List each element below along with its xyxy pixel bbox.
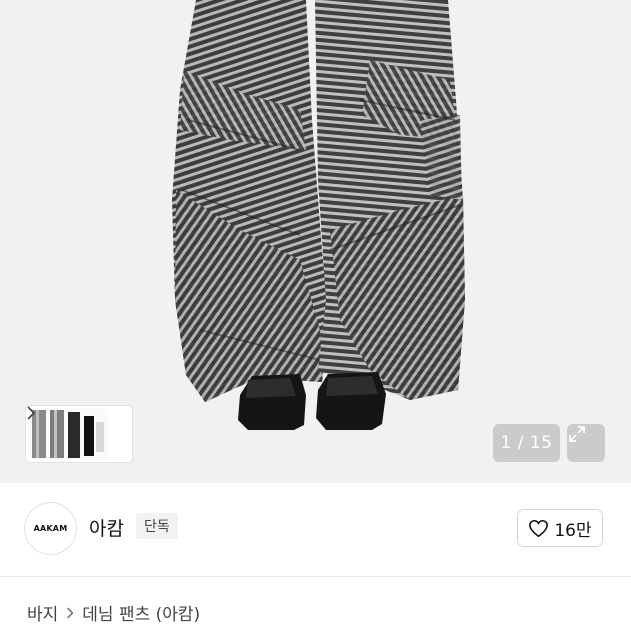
- breadcrumb: 바지 데님 팬츠 (아캄): [27, 600, 200, 625]
- expand-diagonal-icon: [569, 426, 585, 442]
- brand-logo-text: AAKAM: [33, 524, 68, 533]
- heart-outline-icon: [529, 519, 549, 537]
- expand-button[interactable]: [567, 424, 605, 462]
- brand-name[interactable]: 아캄: [89, 514, 124, 541]
- thumbnail-image[interactable]: [28, 408, 108, 460]
- exclusive-badge: 단독: [136, 513, 178, 539]
- image-page-counter: 1 / 15: [493, 424, 560, 462]
- thumbnail-strip[interactable]: [26, 406, 132, 462]
- brand-row: AAKAM 아캄 단독 16만: [0, 483, 631, 577]
- brand-like-button[interactable]: 16만: [517, 509, 603, 547]
- product-title: 데님 팬츠 (아캄): [82, 605, 201, 625]
- product-image-gallery[interactable]: 1 / 15: [0, 0, 631, 483]
- like-count: 16만: [554, 520, 592, 541]
- brand-logo[interactable]: AAKAM: [24, 502, 77, 555]
- chevron-right-icon: [66, 607, 74, 619]
- breadcrumb-category[interactable]: 바지: [27, 600, 58, 625]
